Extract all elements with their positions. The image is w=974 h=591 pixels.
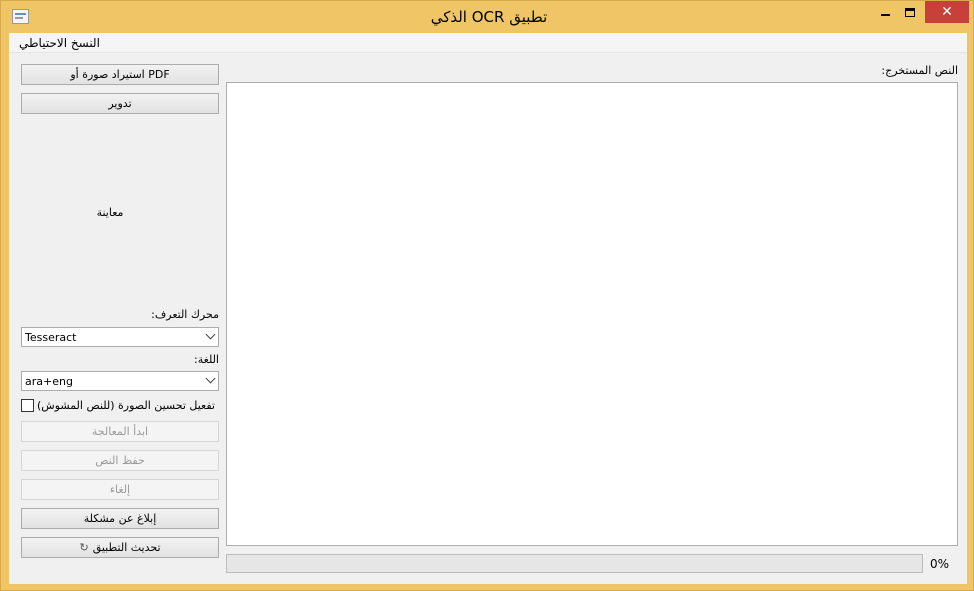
import-button[interactable]: PDF استيراد صورة أو — [21, 64, 219, 85]
language-select[interactable]: ara+eng — [21, 371, 219, 391]
engine-select-value: Tesseract — [25, 331, 77, 344]
chevron-down-icon — [205, 373, 216, 384]
refresh-icon: ↻ — [79, 541, 89, 554]
window-title: الذكي OCR تطبيق — [430, 8, 548, 26]
close-button[interactable]: ✕ — [925, 1, 969, 23]
close-icon: ✕ — [941, 4, 953, 20]
maximize-icon — [905, 7, 915, 17]
title-bar[interactable]: الذكي OCR تطبيق ✕ — [1, 1, 973, 33]
preview-area: معاينة — [96, 206, 124, 219]
language-select-value: ara+eng — [25, 375, 73, 388]
client-area: النسخ الاحتياطي PDF استيراد صورة أو تدوي… — [9, 33, 967, 584]
progress-bar — [226, 554, 923, 573]
update-app-button[interactable]: تحديث التطبيق ↻ — [21, 537, 219, 558]
cancel-button[interactable]: إلغاء — [21, 479, 219, 500]
menu-item-backup[interactable]: النسخ الاحتياطي — [19, 36, 100, 50]
app-window: الذكي OCR تطبيق ✕ النسخ الاحتياطي PDF اس… — [0, 0, 974, 591]
menu-bar: النسخ الاحتياطي — [9, 33, 967, 53]
extracted-text-label: النص المستخرج: — [881, 64, 958, 77]
language-label: اللغة: — [194, 353, 219, 366]
report-problem-button[interactable]: إبلاغ عن مشكلة — [21, 508, 219, 529]
update-app-label: تحديث التطبيق — [92, 541, 161, 554]
chevron-down-icon — [205, 329, 216, 340]
enhance-checkbox-label[interactable]: تفعيل تحسين الصورة (للنص المشوش) — [37, 399, 215, 412]
engine-select[interactable]: Tesseract — [21, 327, 219, 347]
engine-label: محرك التعرف: — [151, 308, 219, 321]
progress-percent: 0% — [930, 557, 950, 571]
rotate-button[interactable]: تدوير — [21, 93, 219, 114]
maximize-button[interactable] — [899, 1, 921, 23]
minimize-button[interactable] — [871, 1, 899, 23]
save-text-button[interactable]: حفظ النص — [21, 450, 219, 471]
enhance-checkbox[interactable] — [21, 399, 34, 412]
start-processing-button[interactable]: ابدأ المعالجة — [21, 421, 219, 442]
extracted-text-area[interactable] — [226, 82, 958, 546]
minimize-icon — [880, 14, 890, 16]
